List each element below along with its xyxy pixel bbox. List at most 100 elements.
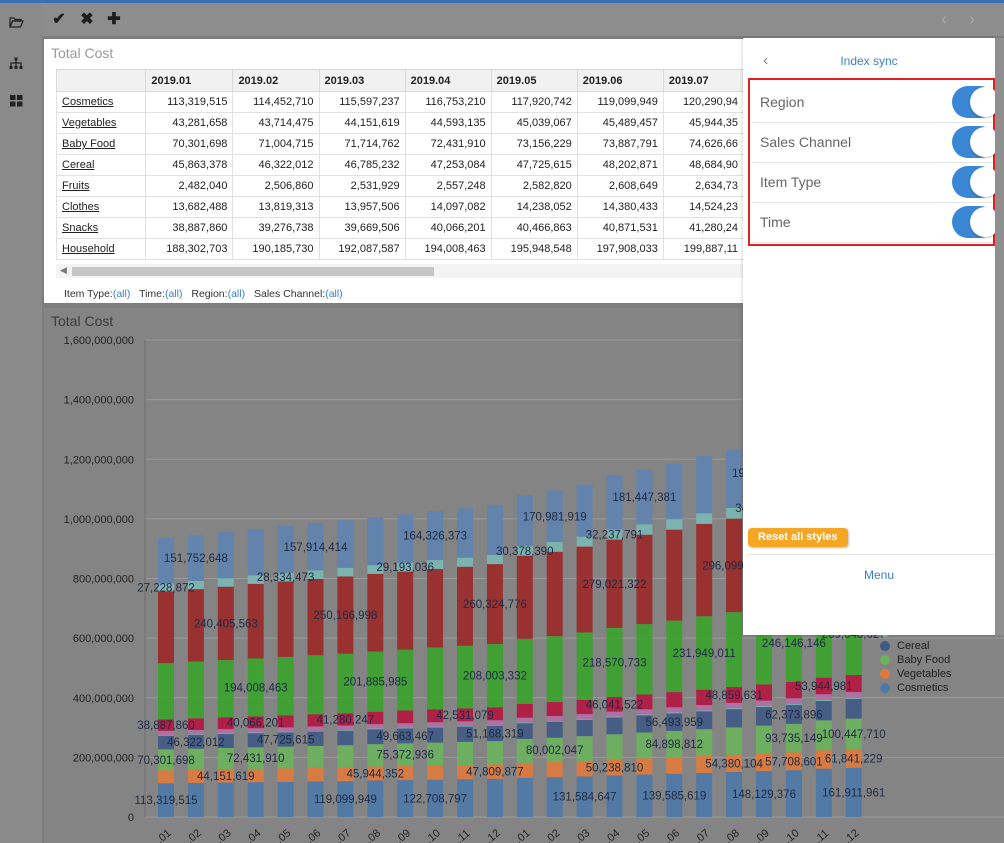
sync-toggle-group: Region Sales Channel Item Type Time [748,78,1000,246]
data-label: 61,841,229 [825,753,883,765]
x-tick-label: .12 [483,827,502,843]
table-cell: 14,238,052 [490,196,578,218]
data-label: 70,301,698 [137,755,195,767]
bar-segment [576,719,593,737]
row-header-link[interactable]: Fruits [56,175,147,197]
x-tick-label: .10 [423,827,442,843]
plus-icon[interactable]: ✚ [104,9,124,29]
table-cell: 72,431,910 [404,133,492,155]
column-header[interactable]: 2019.03 [318,69,406,92]
bar-segment [217,578,234,587]
column-header[interactable]: 2019.05 [490,69,578,92]
table-cell: 73,156,229 [490,133,578,155]
close-icon[interactable]: ✖ [77,9,97,29]
x-tick-label: .07 [693,827,712,843]
table-cell: 13,819,313 [232,196,320,218]
legend-item[interactable]: Baby Food [880,653,951,667]
table-row: Cosmetics 113,319,515 114,452,710 115,597,2… [56,91,744,113]
row-header-link[interactable]: Cosmetics [56,91,147,113]
table-cell: 40,871,531 [576,217,664,239]
grid-icon[interactable] [8,93,24,109]
table-cell: 74,626,66 [662,133,744,155]
bar-segment [367,728,384,730]
table-header-row: 2019.01 2019.02 2019.03 2019.04 2019.05 … [56,69,744,92]
bar-segment [546,721,563,738]
x-tick-label: .09 [394,827,413,843]
bar-segment [427,765,444,780]
data-label: 46,322,012 [167,737,225,749]
column-header[interactable]: 2019.02 [232,69,320,92]
legend-item[interactable]: Cosmetics [880,681,951,695]
data-label: 57,708,601 [765,756,823,768]
filter-sales-channel[interactable]: Sales Channel:(all) [254,288,343,300]
filter-item-type[interactable]: Item Type:(all) [64,288,130,300]
chevron-right-icon[interactable]: › [960,8,984,30]
sales-channel-toggle[interactable] [952,126,1000,158]
bar-segment [516,703,533,718]
folder-open-icon[interactable] [8,14,24,30]
column-header[interactable]: 2019.01 [145,69,234,92]
data-label: 170,981,919 [523,511,587,523]
table-cell: 46,322,012 [232,154,320,176]
table-cell: 188,302,703 [145,238,234,260]
row-header-link[interactable]: Snacks [56,217,147,239]
row-header-link[interactable]: Cereal [56,154,147,176]
row-header-link[interactable]: Clothes [56,196,147,218]
table-cell: 48,684,90 [662,154,744,176]
x-tick-label: .04 [244,827,263,843]
sitemap-icon[interactable] [8,55,24,71]
toggle-label: Time [760,214,791,230]
filter-time[interactable]: Time:(all) [139,288,182,300]
legend-label: Baby Food [897,654,951,666]
bar-segment [606,716,623,718]
bar-segment [427,647,444,710]
data-label: 62,373,896 [765,709,823,721]
column-header[interactable]: 2019.04 [404,69,492,92]
legend-item[interactable]: Cereal [880,639,951,653]
x-tick-label: .08 [364,827,383,843]
bar-segment [337,567,354,577]
toggle-label: Region [760,94,805,110]
scroll-left-icon[interactable]: ◀ [60,265,67,276]
row-header-link[interactable]: Baby Food [56,133,147,155]
data-label: 38,887,860 [137,720,195,732]
horizontal-scrollbar[interactable]: ◀ [56,264,744,278]
item-type-toggle[interactable] [952,166,1000,198]
index-sync-panel: ‹ Index sync Region Sales Channel Item T… [743,38,1000,635]
table-cell: 2,482,040 [145,175,234,197]
column-header[interactable]: 2019.06 [576,69,664,92]
column-header[interactable]: 2019.07 [662,69,744,92]
bar-segment [217,729,234,734]
table-cell: 199,887,11 [662,238,744,260]
region-toggle[interactable] [952,86,1000,118]
data-label: 44,151,619 [197,771,255,783]
bar-segment [546,716,563,721]
table-cell: 46,785,232 [318,154,406,176]
data-label: 80,002,047 [526,745,584,757]
check-icon[interactable]: ✔ [49,9,69,29]
reset-all-styles-button[interactable]: Reset all styles [748,528,848,547]
x-tick-label: .02 [543,827,562,843]
legend-swatch [880,655,890,665]
table-panel-title: Total Cost [51,45,114,61]
bar-segment [845,697,862,699]
row-header-link[interactable]: Household [56,238,147,260]
bar-segment [726,702,743,709]
table-row: Vegetables 43,281,658 43,714,475 44,151,619… [56,112,744,134]
data-label: 131,584,647 [553,792,617,804]
x-tick-label: .11 [454,827,473,843]
table-cell: 45,863,378 [145,154,234,176]
chevron-left-icon[interactable]: ‹ [932,8,956,30]
data-label: 157,914,414 [284,542,349,554]
table-cell: 38,887,860 [145,217,234,239]
data-label: 48,859,631 [705,690,763,702]
bar-segment [457,557,473,567]
y-tick-label: 600,000,000 [73,633,134,645]
row-header-link[interactable]: Vegetables [56,112,147,134]
time-toggle[interactable] [952,206,1000,238]
legend-item[interactable]: Vegetables [880,667,951,681]
scrollbar-thumb[interactable] [72,267,434,276]
bar-segment [815,699,832,701]
menu-link[interactable]: Menu [743,568,1004,582]
filter-region[interactable]: Region:(all) [191,288,245,300]
